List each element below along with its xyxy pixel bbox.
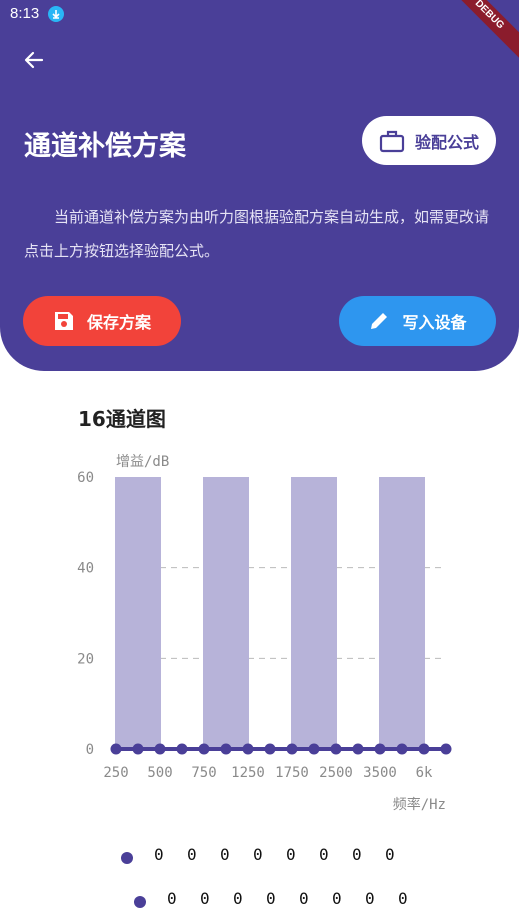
fitting-formula-label: 验配公式	[414, 132, 479, 152]
legend-value: 0	[220, 845, 230, 864]
legend-dot	[121, 852, 133, 864]
channel-chart: 增益/dB 0 20 40 60 250 500 750 1250 1750 2500 3500 6k 频…	[77, 454, 452, 813]
legend-row: 0 0 0 0 0 0 0 0	[0, 887, 519, 917]
x-tick-label: 750	[191, 765, 216, 781]
gain-point	[352, 743, 364, 755]
x-tick-label: 500	[147, 765, 172, 781]
channel-bar	[291, 477, 337, 749]
save-icon	[54, 312, 73, 330]
gain-point	[396, 743, 408, 755]
legend-value: 0	[200, 889, 210, 908]
legend-value: 0	[365, 889, 375, 908]
save-plan-label: 保存方案	[86, 313, 151, 332]
back-arrow-icon[interactable]	[22, 48, 46, 72]
download-icon	[48, 6, 64, 22]
pencil-icon	[371, 313, 388, 329]
legend-value: 0	[398, 889, 408, 908]
legend-value: 0	[352, 845, 362, 864]
channel-bar	[203, 477, 249, 749]
legend-value: 0	[167, 889, 177, 908]
x-tick-label: 3500	[363, 765, 397, 781]
write-device-label: 写入设备	[402, 313, 467, 332]
legend-value: 0	[154, 845, 164, 864]
y-tick-label: 20	[77, 651, 94, 667]
legend-value: 0	[385, 845, 395, 864]
y-axis-label: 增益/dB	[116, 454, 169, 470]
fitting-formula-button[interactable]: 验配公式	[362, 116, 496, 165]
gain-point	[110, 743, 122, 755]
legend-value: 0	[266, 889, 276, 908]
y-tick-label: 60	[77, 470, 94, 486]
x-tick-label: 1250	[231, 765, 265, 781]
legend-value: 0	[187, 845, 197, 864]
save-plan-button[interactable]: 保存方案	[23, 296, 181, 346]
legend-value: 0	[253, 845, 263, 864]
y-tick-label: 40	[77, 561, 94, 577]
legend-row: 0 0 0 0 0 0 0 0	[0, 843, 519, 873]
gain-point	[220, 743, 232, 755]
legend-value: 0	[286, 845, 296, 864]
gain-point	[440, 743, 452, 755]
legend-value: 0	[299, 889, 309, 908]
x-tick-label: 1750	[275, 765, 309, 781]
page-title: 通道补偿方案	[24, 131, 186, 162]
x-tick-label: 2500	[319, 765, 353, 781]
gain-point	[330, 743, 342, 755]
gain-point	[198, 743, 210, 755]
channel-bar	[379, 477, 425, 749]
status-time: 8:13	[10, 5, 40, 22]
legend-value: 0	[233, 889, 243, 908]
channel-bar	[115, 477, 161, 749]
gain-point	[308, 743, 320, 755]
x-tick-label: 6k	[416, 765, 433, 781]
gain-point	[374, 743, 386, 755]
gain-point	[242, 743, 254, 755]
legend-value: 0	[319, 845, 329, 864]
gain-point	[264, 743, 276, 755]
gain-point	[176, 743, 188, 755]
description-text: 当前通道补偿方案为由听力图根据验配方案自动生成，如需更改请点击上方按钮选择验配公…	[24, 208, 490, 260]
y-tick-label: 0	[86, 742, 94, 758]
x-tick-label: 250	[103, 765, 128, 781]
gain-point	[286, 743, 298, 755]
debug-banner: DEBUG	[440, 0, 519, 64]
gain-point	[418, 743, 430, 755]
legend-value: 0	[332, 889, 342, 908]
chart-title: 16通道图	[78, 407, 166, 431]
gain-point	[154, 743, 166, 755]
header-panel: 8:13 DEBUG 通道补偿方案 验配公式 当前通道补偿方案为由听力图根据验配…	[0, 0, 519, 371]
write-device-button[interactable]: 写入设备	[339, 296, 496, 346]
briefcase-icon	[379, 130, 405, 152]
legend-dot	[134, 896, 146, 908]
x-axis-label: 频率/Hz	[393, 796, 446, 813]
gain-point	[132, 743, 144, 755]
